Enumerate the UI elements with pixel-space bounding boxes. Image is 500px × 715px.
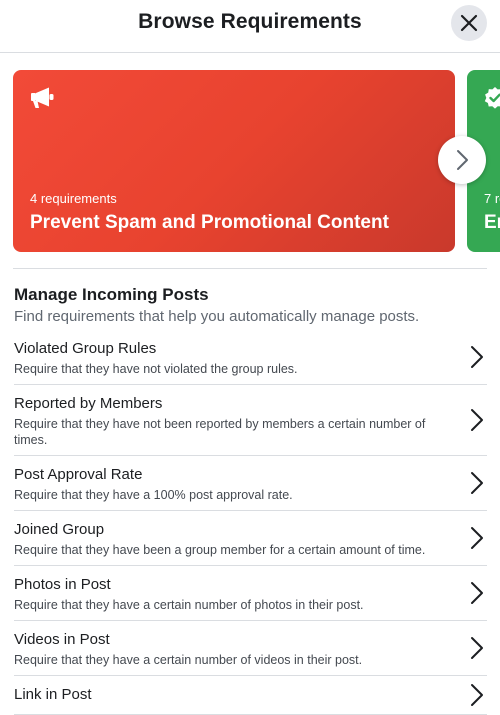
- carousel-next-button[interactable]: [438, 136, 486, 184]
- list-item-photos-in-post[interactable]: Photos in Post Require that they have a …: [14, 566, 487, 621]
- chevron-right-icon: [471, 637, 483, 659]
- list-item-post-approval-rate[interactable]: Post Approval Rate Require that they hav…: [14, 456, 487, 511]
- megaphone-icon: [30, 87, 56, 114]
- card-requirement-count: 4 requirements: [30, 191, 117, 206]
- item-description: Require that they have a certain number …: [14, 598, 364, 612]
- card-requirement-count: 7 re: [484, 191, 500, 206]
- requirement-cards-carousel: 4 requirements Prevent Spam and Promotio…: [0, 53, 500, 267]
- item-title: Reported by Members: [14, 395, 163, 412]
- item-description: Require that they have not been reported…: [14, 417, 426, 447]
- item-title: Photos in Post: [14, 576, 111, 593]
- section-subtitle: Find requirements that help you automati…: [14, 308, 420, 325]
- list-item-joined-group[interactable]: Joined Group Require that they have been…: [14, 511, 487, 566]
- list-item-videos-in-post[interactable]: Videos in Post Require that they have a …: [14, 621, 487, 676]
- close-button[interactable]: [451, 5, 487, 41]
- item-description: Require that they have been a group memb…: [14, 543, 426, 557]
- requirements-list: Violated Group Rules Require that they h…: [14, 330, 487, 715]
- item-title: Link in Post: [14, 686, 92, 703]
- chevron-right-icon: [471, 346, 483, 368]
- close-icon: [460, 14, 478, 32]
- chevron-right-icon: [471, 472, 483, 494]
- item-title: Videos in Post: [14, 631, 110, 648]
- item-title: Joined Group: [14, 521, 105, 538]
- card-title: Prevent Spam and Promotional Content: [30, 212, 389, 233]
- page-title: Browse Requirements: [138, 10, 362, 33]
- item-title: Post Approval Rate: [14, 466, 143, 483]
- verified-badge-icon: [483, 86, 500, 115]
- chevron-right-icon: [471, 409, 483, 431]
- list-item-violated-group-rules[interactable]: Violated Group Rules Require that they h…: [14, 330, 487, 385]
- item-description: Require that they have a certain number …: [14, 653, 363, 667]
- list-item-reported-by-members[interactable]: Reported by Members Require that they ha…: [14, 385, 487, 456]
- item-title: Violated Group Rules: [14, 340, 157, 357]
- chevron-right-icon: [471, 582, 483, 604]
- divider: [13, 268, 487, 269]
- requirement-card[interactable]: 4 requirements Prevent Spam and Promotio…: [13, 70, 455, 252]
- section-title: Manage Incoming Posts: [14, 285, 209, 304]
- card-title: En: [484, 212, 500, 233]
- chevron-right-icon: [457, 150, 468, 170]
- chevron-right-icon: [471, 684, 483, 706]
- item-description: Require that they have a 100% post appro…: [14, 488, 293, 502]
- header: Browse Requirements: [0, 0, 500, 53]
- chevron-right-icon: [471, 527, 483, 549]
- item-description: Require that they have not violated the …: [14, 362, 298, 376]
- list-item-link-in-post[interactable]: Link in Post: [14, 676, 487, 715]
